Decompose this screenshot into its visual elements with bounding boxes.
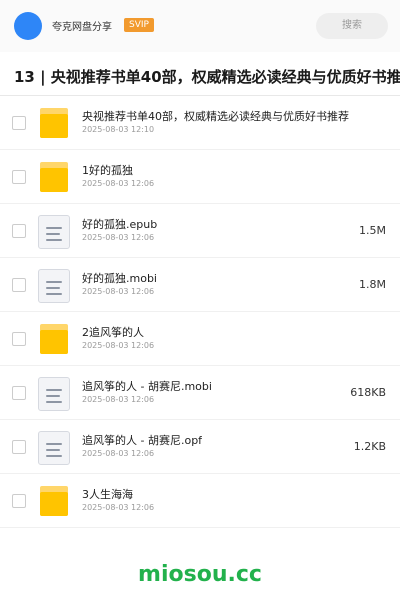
search-button[interactable]: 搜索 bbox=[316, 13, 388, 39]
row-checkbox[interactable] bbox=[12, 278, 26, 292]
file-row[interactable]: 追风筝的人 - 胡赛尼.mobi 2025-08-03 12:06 618KB bbox=[0, 366, 400, 420]
file-size: 1.2KB bbox=[353, 440, 386, 453]
row-checkbox[interactable] bbox=[12, 494, 26, 508]
svip-badge: SVIP bbox=[124, 18, 154, 32]
file-date: 2025-08-03 12:06 bbox=[82, 341, 155, 350]
document-icon bbox=[37, 269, 71, 303]
row-checkbox[interactable] bbox=[12, 440, 26, 454]
file-date: 2025-08-03 12:06 bbox=[82, 449, 155, 458]
file-name: 2追风筝的人 bbox=[82, 326, 144, 339]
file-row[interactable]: 2追风筝的人 2025-08-03 12:06 bbox=[0, 312, 400, 366]
row-checkbox[interactable] bbox=[12, 170, 26, 184]
row-checkbox[interactable] bbox=[12, 116, 26, 130]
file-row[interactable]: 好的孤独.mobi 2025-08-03 12:06 1.8M bbox=[0, 258, 400, 312]
folder-icon bbox=[37, 107, 71, 141]
share-header: 夸克网盘分享 SVIP 搜索 bbox=[0, 0, 400, 52]
row-checkbox[interactable] bbox=[12, 224, 26, 238]
file-size: 1.5M bbox=[359, 224, 386, 237]
file-name: 追风筝的人 - 胡赛尼.mobi bbox=[82, 380, 212, 393]
file-date: 2025-08-03 12:10 bbox=[82, 125, 155, 134]
file-row[interactable]: 追风筝的人 - 胡赛尼.opf 2025-08-03 12:06 1.2KB bbox=[0, 420, 400, 474]
file-row[interactable]: 好的孤独.epub 2025-08-03 12:06 1.5M bbox=[0, 204, 400, 258]
folder-icon bbox=[37, 323, 71, 357]
avatar[interactable] bbox=[14, 12, 42, 40]
file-list: 央视推荐书单40部，权威精选必读经典与优质好书推荐 2025-08-03 12:1… bbox=[0, 96, 400, 528]
file-name: 好的孤独.mobi bbox=[82, 272, 157, 285]
file-size: 618KB bbox=[350, 386, 386, 399]
file-name: 3人生海海 bbox=[82, 488, 133, 501]
row-checkbox[interactable] bbox=[12, 332, 26, 346]
file-date: 2025-08-03 12:06 bbox=[82, 395, 155, 404]
file-date: 2025-08-03 12:06 bbox=[82, 233, 155, 242]
watermark: miosou.cc bbox=[138, 562, 262, 587]
document-icon bbox=[37, 377, 71, 411]
file-name: 1好的孤独 bbox=[82, 164, 133, 177]
file-row[interactable]: 央视推荐书单40部，权威精选必读经典与优质好书推荐 2025-08-03 12:1… bbox=[0, 96, 400, 150]
row-checkbox[interactable] bbox=[12, 386, 26, 400]
file-date: 2025-08-03 12:06 bbox=[82, 287, 155, 296]
share-owner-name: 夸克网盘分享 bbox=[52, 22, 112, 33]
folder-icon bbox=[37, 161, 71, 195]
document-icon bbox=[37, 215, 71, 249]
file-row[interactable]: 1好的孤独 2025-08-03 12:06 bbox=[0, 150, 400, 204]
page-title: 13 | 央视推荐书单40部，权威精选必读经典与优质好书推荐 bbox=[14, 68, 400, 86]
file-date: 2025-08-03 12:06 bbox=[82, 503, 155, 512]
file-row[interactable]: 3人生海海 2025-08-03 12:06 bbox=[0, 474, 400, 528]
file-name: 好的孤独.epub bbox=[82, 218, 158, 231]
folder-icon bbox=[37, 485, 71, 519]
file-size: 1.8M bbox=[359, 278, 386, 291]
file-name: 追风筝的人 - 胡赛尼.opf bbox=[82, 434, 203, 447]
file-date: 2025-08-03 12:06 bbox=[82, 179, 155, 188]
file-name: 央视推荐书单40部，权威精选必读经典与优质好书推荐 bbox=[82, 110, 349, 123]
document-icon bbox=[37, 431, 71, 465]
